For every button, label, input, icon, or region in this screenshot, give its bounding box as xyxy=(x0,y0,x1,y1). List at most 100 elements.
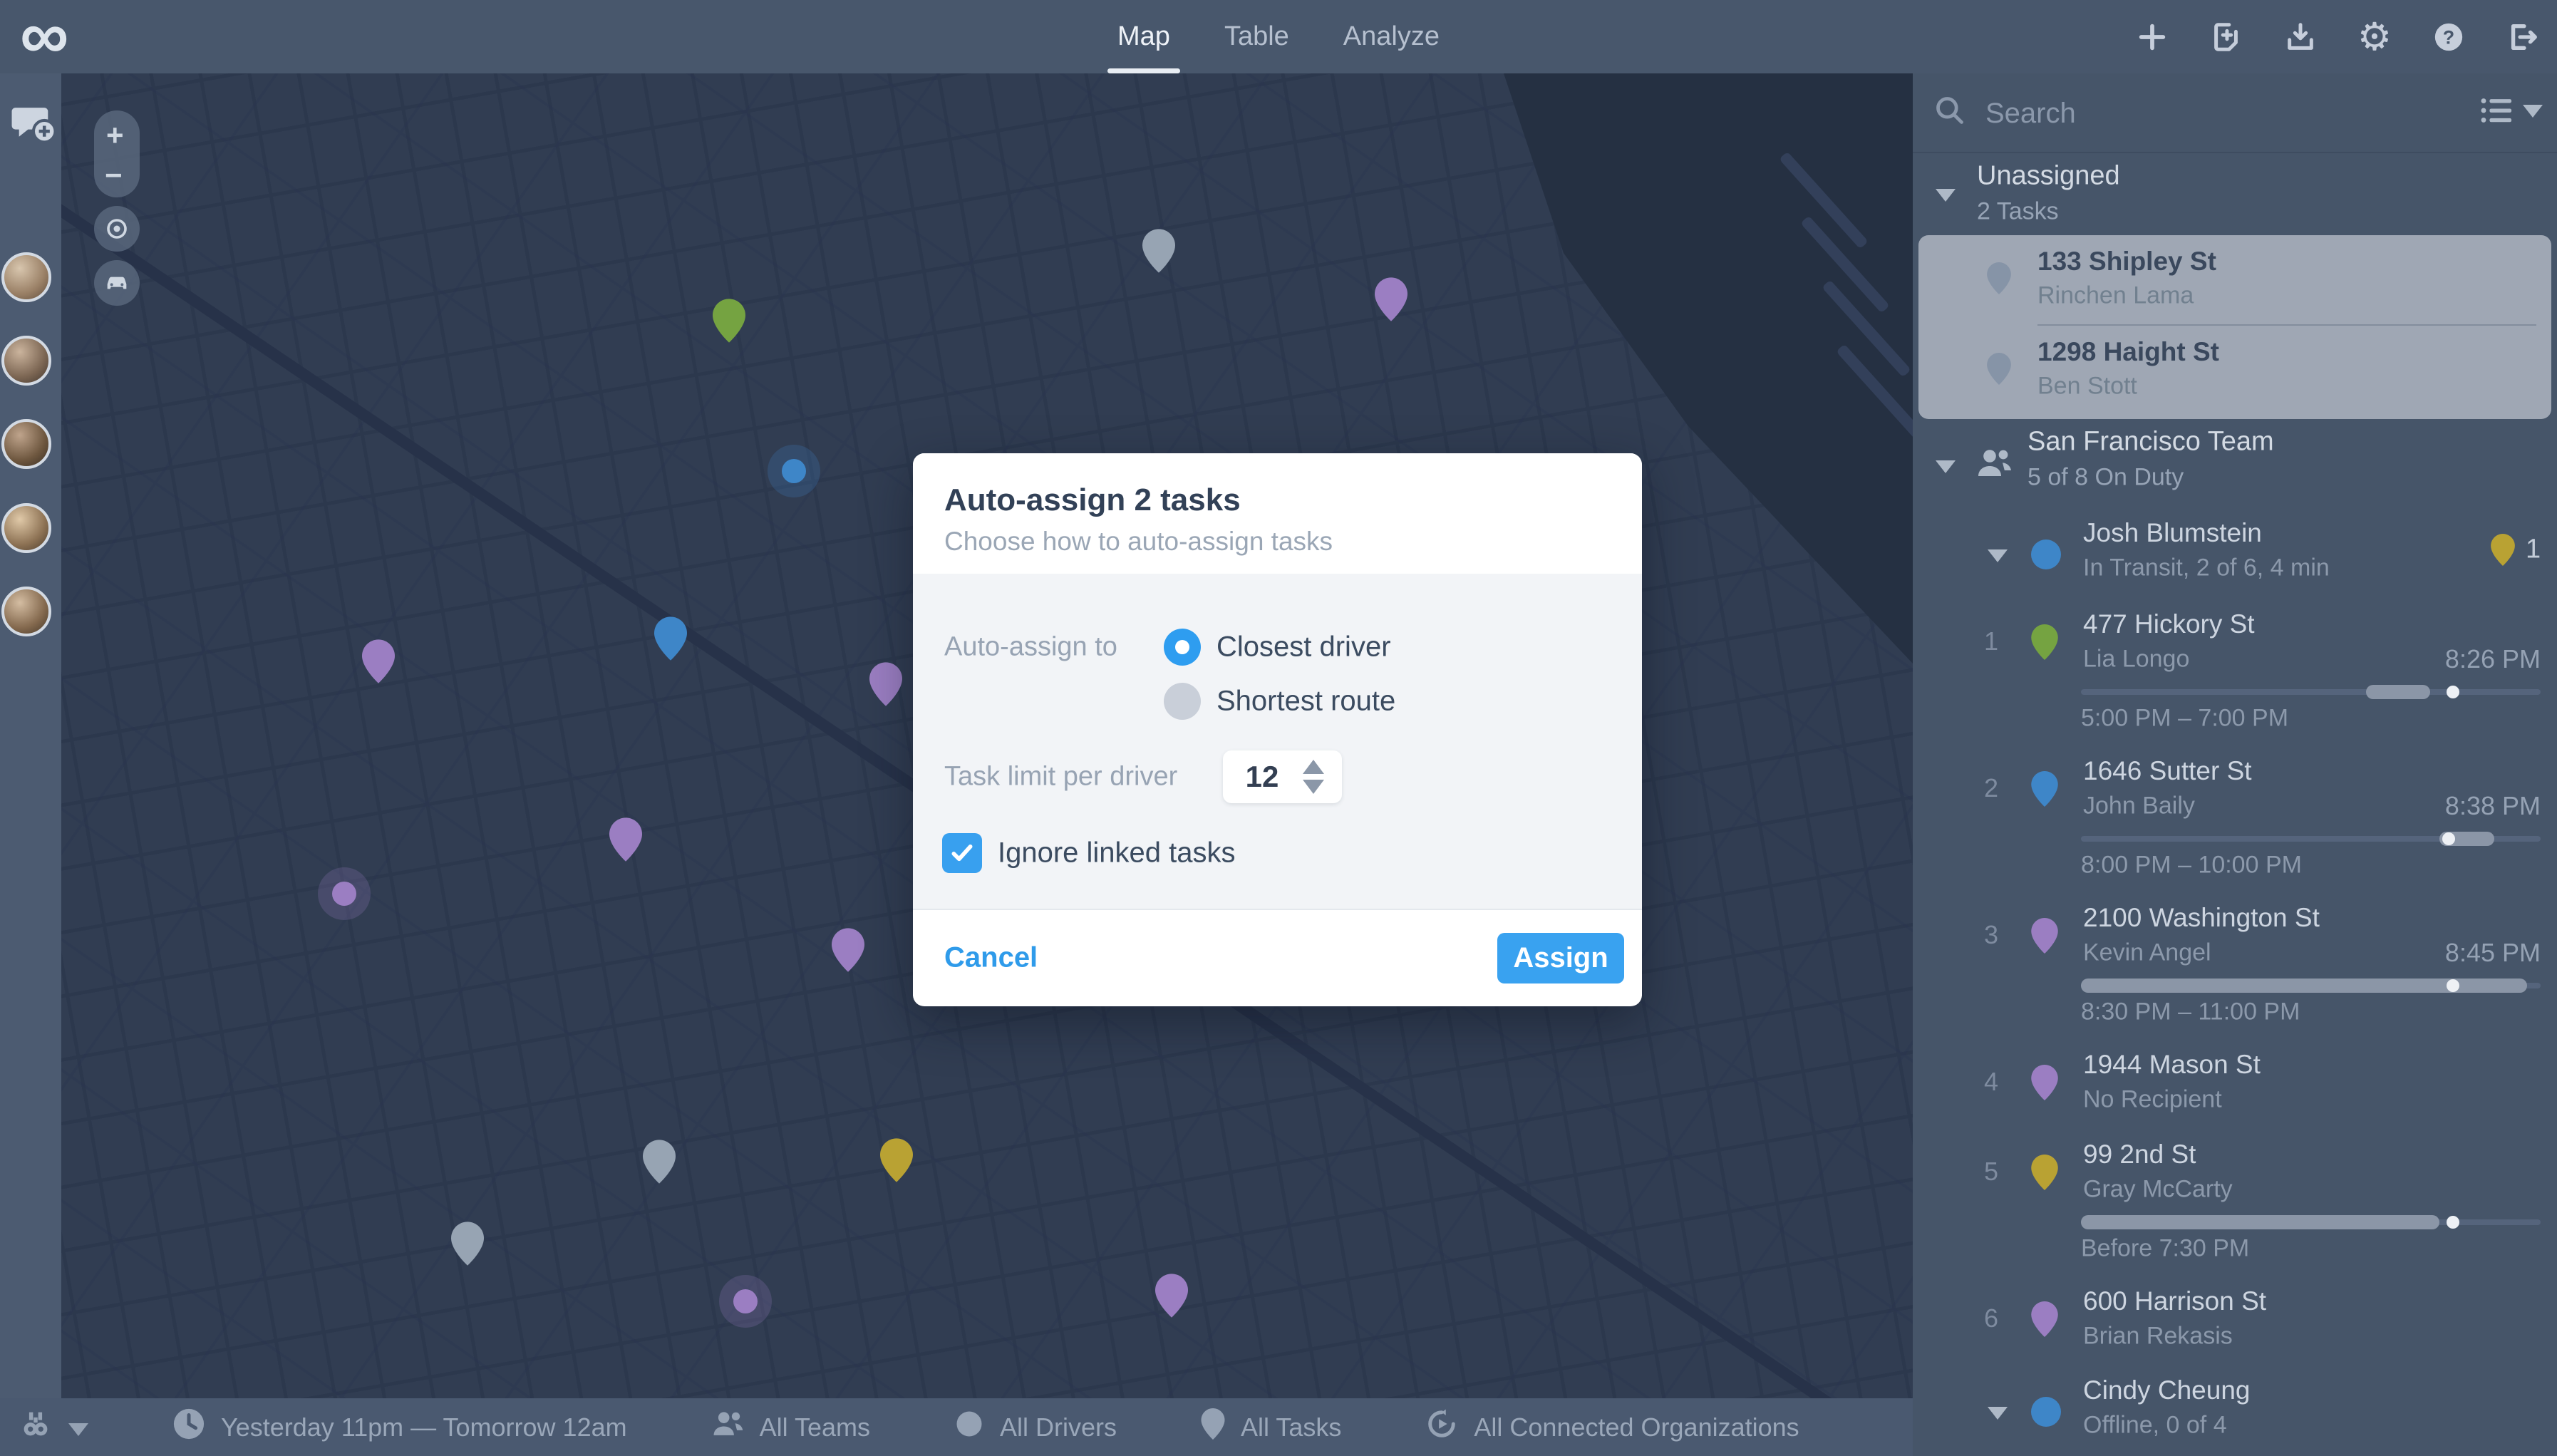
route-task-row[interactable]: 3 2100 Washington St Kevin Angel 8:45 PM… xyxy=(1913,892,2557,1039)
map-driver-dot[interactable] xyxy=(782,459,806,483)
collapse-caret-icon[interactable] xyxy=(1988,549,2008,562)
task-address: 133 Shipley St xyxy=(2037,247,2216,276)
zoom-out-button[interactable]: − xyxy=(105,160,123,190)
route-task-row[interactable]: 6 600 Harrison St Brian Rekasis xyxy=(1913,1276,2557,1365)
tab-map[interactable]: Map xyxy=(1107,0,1180,73)
route-task-row[interactable]: 1 477 Hickory St Lia Longo 8:26 PM 5:00 … xyxy=(1913,599,2557,745)
task-number: 3 xyxy=(1984,920,1999,949)
task-limit-label: Task limit per driver xyxy=(944,761,1178,792)
collapse-caret-icon[interactable] xyxy=(1936,460,1956,473)
teams-filter[interactable]: All Teams xyxy=(711,1410,870,1445)
drivers-filter[interactable]: All Drivers xyxy=(954,1409,1117,1445)
task-progress-bar[interactable] xyxy=(2081,979,2541,993)
dialog-footer: Cancel Assign xyxy=(913,909,1642,1006)
settings-gear-icon[interactable]: ⚙ xyxy=(2356,16,2393,58)
date-range-filter[interactable]: Yesterday 11pm — Tomorrow 12am xyxy=(172,1408,627,1447)
caret-down-icon[interactable] xyxy=(2523,105,2543,118)
team-title: San Francisco Team xyxy=(2027,426,2274,457)
task-row[interactable]: 1298 Haight St Ben Stott xyxy=(1918,326,2551,416)
vehicles-button[interactable] xyxy=(94,260,140,306)
group-subtitle: 2 Tasks xyxy=(1977,197,2059,225)
driver-row[interactable]: Josh Blumstein In Transit, 2 of 6, 4 min… xyxy=(1913,511,2557,599)
cancel-button[interactable]: Cancel xyxy=(944,942,1038,974)
stepper-up-icon[interactable] xyxy=(1303,760,1324,774)
dialog-title: Auto-assign 2 tasks xyxy=(944,482,1241,517)
driver-status: In Transit, 2 of 6, 4 min xyxy=(2083,554,2330,582)
collapse-caret-icon[interactable] xyxy=(1988,1407,2008,1420)
ignore-linked-checkbox[interactable] xyxy=(942,833,982,873)
map-task-pin[interactable] xyxy=(609,817,642,865)
task-limit-stepper[interactable]: 12 xyxy=(1223,750,1342,803)
assign-button[interactable]: Assign xyxy=(1497,933,1624,983)
map-driver-dot[interactable] xyxy=(733,1289,758,1313)
task-recipient: Ben Stott xyxy=(2037,372,2137,400)
radio-shortest-route[interactable] xyxy=(1164,683,1201,720)
map-task-pin[interactable] xyxy=(1155,1274,1188,1321)
task-recipient: John Baily xyxy=(2083,792,2195,820)
map-task-pin[interactable] xyxy=(1142,229,1175,277)
map-task-pin[interactable] xyxy=(832,928,864,976)
badge-count: 1 xyxy=(2526,534,2541,564)
map-task-pin[interactable] xyxy=(654,616,687,664)
tab-analyze[interactable]: Analyze xyxy=(1343,0,1440,73)
group-unassigned-header[interactable]: Unassigned 2 Tasks xyxy=(1913,152,2557,235)
zoom-in-button[interactable]: + xyxy=(106,120,124,150)
task-progress-bar[interactable] xyxy=(2081,832,2541,846)
radio-closest-driver-label[interactable]: Closest driver xyxy=(1216,631,1391,664)
binoculars-icon[interactable] xyxy=(20,1410,51,1445)
task-pin-icon xyxy=(2031,1065,2058,1104)
route-task-row[interactable]: 2 1646 Sutter St John Baily 8:38 PM 8:00… xyxy=(1913,745,2557,892)
route-task-row[interactable]: 4 1944 Mason St No Recipient xyxy=(1913,1039,2557,1129)
export-tasks-icon[interactable] xyxy=(2282,19,2319,56)
map-task-pin[interactable] xyxy=(362,639,395,687)
locate-button[interactable] xyxy=(94,206,140,252)
map-task-pin[interactable] xyxy=(643,1140,676,1187)
driver-avatar[interactable] xyxy=(1,419,51,469)
map-task-pin[interactable] xyxy=(451,1222,484,1269)
connected-orgs-icon xyxy=(1425,1408,1458,1447)
help-icon[interactable]: ? xyxy=(2430,19,2467,56)
task-number: 2 xyxy=(1984,773,1999,802)
driver-avatar[interactable] xyxy=(1,587,51,636)
route-task-row[interactable]: 5 99 2nd St Gray McCarty Before 7:30 PM xyxy=(1913,1129,2557,1276)
driver-avatar[interactable] xyxy=(1,336,51,386)
map-driver-dot[interactable] xyxy=(332,882,356,906)
map-task-pin[interactable] xyxy=(880,1138,913,1186)
driver-rail xyxy=(0,73,61,1398)
organizations-filter[interactable]: All Connected Organizations xyxy=(1425,1408,1799,1447)
task-row[interactable]: 133 Shipley St Rinchen Lama xyxy=(1918,235,2551,326)
map-task-pin[interactable] xyxy=(869,662,902,710)
task-eta: 8:38 PM xyxy=(2444,791,2541,820)
search-input[interactable] xyxy=(1984,88,2357,139)
task-limit-value[interactable]: 12 xyxy=(1223,760,1301,794)
sidebar-search-row xyxy=(1913,73,2557,153)
search-icon xyxy=(1934,95,1965,130)
radio-shortest-route-label[interactable]: Shortest route xyxy=(1216,686,1395,718)
group-team-header[interactable]: San Francisco Team 5 of 8 On Duty xyxy=(1913,419,2557,511)
import-tasks-icon[interactable] xyxy=(2208,19,2245,56)
driver-avatar[interactable] xyxy=(1,252,51,302)
task-window: 5:00 PM – 7:00 PM xyxy=(2081,704,2289,732)
driver-avatar[interactable] xyxy=(1,503,51,553)
progress-now-knob xyxy=(2447,1216,2460,1229)
task-pin-icon xyxy=(2031,918,2058,957)
ignore-linked-label[interactable]: Ignore linked tasks xyxy=(998,837,1236,869)
new-message-icon[interactable] xyxy=(10,102,57,150)
task-progress-bar[interactable] xyxy=(2081,1215,2541,1229)
car-icon xyxy=(107,277,127,289)
map-task-pin[interactable] xyxy=(713,299,745,346)
add-task-icon[interactable] xyxy=(2134,19,2171,56)
tasks-filter[interactable]: All Tasks xyxy=(1201,1408,1341,1446)
driver-row[interactable]: Cindy Cheung Offline, 0 of 4 xyxy=(1913,1365,2557,1456)
tab-table[interactable]: Table xyxy=(1224,0,1289,73)
sign-out-icon[interactable] xyxy=(2504,19,2541,56)
list-view-icon[interactable] xyxy=(2480,96,2513,128)
radio-closest-driver[interactable] xyxy=(1164,629,1201,666)
team-subtitle: 5 of 8 On Duty xyxy=(2027,463,2184,491)
stepper-down-icon[interactable] xyxy=(1303,780,1324,794)
task-progress-bar[interactable] xyxy=(2081,685,2541,699)
dialog-subtitle: Choose how to auto-assign tasks xyxy=(944,527,1333,556)
map-task-pin[interactable] xyxy=(1375,277,1407,325)
collapse-caret-icon[interactable] xyxy=(1936,189,1956,202)
binoculars-caret-icon[interactable] xyxy=(68,1413,88,1442)
